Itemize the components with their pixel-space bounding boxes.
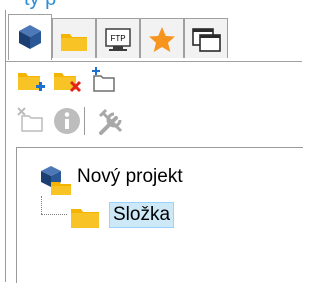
ftp-icon: FTP — [105, 28, 131, 51]
tab-folders[interactable] — [52, 18, 96, 58]
new-item-icon — [92, 67, 115, 92]
ftp-icon-label: FTP — [110, 34, 125, 43]
settings-button[interactable] — [94, 104, 128, 138]
tab-ftp[interactable]: FTP — [96, 18, 140, 58]
window-title-text: ty p — [24, 0, 56, 10]
toolbar-row-2 — [14, 104, 264, 138]
tab-windows[interactable] — [184, 18, 228, 58]
windows-icon — [192, 28, 221, 52]
remove-item-button[interactable] — [14, 104, 48, 138]
info-button[interactable] — [50, 104, 84, 138]
panel-tabs: FTP — [6, 14, 302, 62]
tree-node-folder[interactable]: Složka — [69, 200, 229, 230]
add-folder-button[interactable] — [14, 64, 48, 98]
folder-icon — [61, 34, 87, 51]
window-title-fragment: ty p — [0, 0, 301, 10]
remove-item-icon — [17, 107, 43, 132]
tab-favorites[interactable] — [140, 18, 184, 58]
delete-folder-button[interactable] — [50, 64, 84, 98]
tools-icon — [98, 108, 123, 135]
folder-add-icon — [18, 73, 45, 91]
tab-baseline — [6, 61, 302, 62]
tree-node-project[interactable]: Nový projekt — [37, 162, 237, 195]
star-icon — [149, 27, 175, 52]
tree-connector-vertical — [41, 196, 42, 214]
new-item-button[interactable] — [86, 64, 120, 98]
toolbar-separator — [84, 107, 85, 135]
folder-delete-icon — [54, 73, 82, 93]
project-tree[interactable]: Nový projekt Složka — [16, 147, 303, 283]
tree-node-project-label: Nový projekt — [77, 166, 183, 187]
project-panel: FTP Nový projekt Složka — [5, 10, 303, 283]
tab-projects[interactable] — [8, 14, 52, 60]
tree-connector-horizontal — [41, 214, 67, 215]
tree-node-folder-label: Složka — [109, 202, 175, 228]
toolbar-row-1 — [14, 64, 264, 98]
project-icon — [41, 166, 71, 195]
folder-icon — [71, 209, 99, 228]
info-icon — [54, 108, 80, 134]
cube-icon — [19, 25, 41, 49]
